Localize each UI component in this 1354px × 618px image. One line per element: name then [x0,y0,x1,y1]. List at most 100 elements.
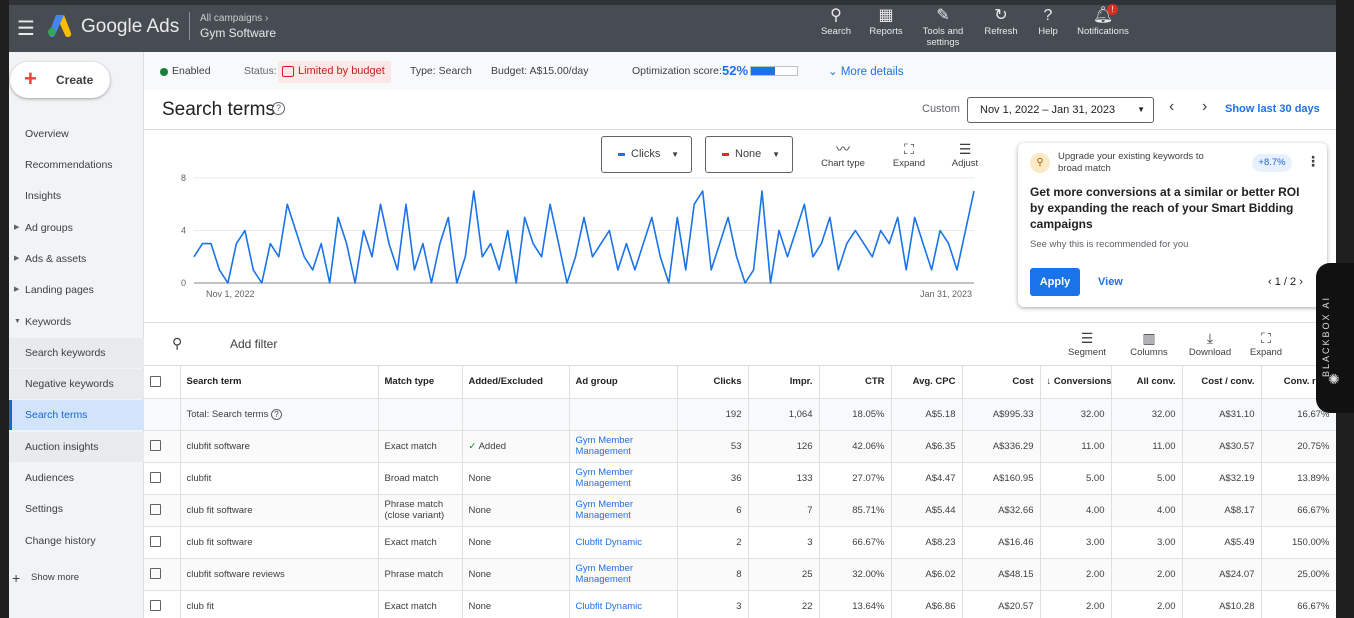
row-checkbox[interactable] [150,504,161,516]
total-row: Total: Search terms ? 192 1,064 18.05% A… [144,398,1336,431]
chart-adjust-button[interactable]: ☰ Adjust [944,140,986,169]
row-checkbox[interactable] [150,440,161,452]
cell-ad-group[interactable]: Gym Member Management [569,430,678,463]
sidebar-item-change-history[interactable]: Change history [9,526,144,556]
chevron-down-icon: ⌄ [828,66,838,78]
why-recommended-link[interactable]: See why this is recommended for you [1030,239,1188,250]
cell-ad-group[interactable]: Gym Member Management [569,462,678,495]
date-range-picker[interactable]: Nov 1, 2022 – Jan 31, 2023 ▼ [967,97,1154,123]
sidebar-item-overview[interactable]: Overview [9,119,144,149]
sidebar-item-insights[interactable]: Insights [9,181,144,211]
sidebar-item-keywords[interactable]: ▼ Keywords [9,307,144,337]
campaign-budget[interactable]: Budget: A$15.00/day [491,65,589,77]
column-header-added-excluded[interactable]: Added/Excluded [462,366,570,399]
cell-cost-per-conv: A$5.49 [1182,526,1262,559]
recommendation-pager[interactable]: ‹ 1 / 2 › [1268,276,1303,288]
cell-ad-group[interactable]: Gym Member Management [569,494,678,527]
cell-ad-group[interactable]: Clubfit Dynamic [569,590,678,618]
table-row[interactable]: club fit software Phrase match (close var… [144,494,1336,527]
chevron-right-icon[interactable]: › [1299,276,1303,288]
row-checkbox[interactable] [150,568,161,580]
plus-icon: + [24,66,37,91]
menu-icon[interactable]: ☰ [17,16,35,41]
column-header-cost-per-conv[interactable]: Cost / conv. [1182,366,1262,399]
column-header-all-conv[interactable]: All conv. [1111,366,1183,399]
table-row[interactable]: club fit Exact match None Clubfit Dynamic 3 2… [144,590,1336,618]
brand-name: Google Ads [81,16,180,37]
column-header-avg-cpc[interactable]: Avg. CPC [891,366,963,399]
more-options-icon[interactable]: ⋮ [1306,153,1320,170]
help-icon[interactable]: ? [270,408,282,420]
column-header-search-term[interactable]: Search term [180,366,379,399]
sidebar-item-recommendations[interactable]: Recommendations [9,150,144,180]
column-header-cost[interactable]: Cost [962,366,1041,399]
column-header-ctr[interactable]: CTR [819,366,892,399]
chevron-left-icon[interactable]: ‹ [1268,276,1272,288]
filter-icon[interactable]: ⚲ [172,335,182,352]
add-filter-button[interactable]: Add filter [230,337,277,351]
sidebar-item-settings[interactable]: Settings [9,494,144,524]
download-button[interactable]: ⤓ Download [1186,329,1234,358]
status-limited-badge[interactable]: Limited by budget [278,61,391,83]
table-row[interactable]: clubfit software Exact match ✓ Added Gym Me… [144,430,1336,463]
total-cell [569,398,678,431]
metric-1-select[interactable]: Clicks ▼ [601,136,692,173]
blackbox-ai-widget[interactable]: BLACKBOX AI ✺ [1316,263,1354,413]
cell-conv-rate: 20.75% [1261,430,1336,463]
column-header-clicks[interactable]: Clicks [677,366,749,399]
caret-right-icon: ▶ [14,286,20,293]
table-row[interactable]: clubfit software reviews Phrase match None… [144,558,1336,591]
cell-cost: A$48.15 [962,558,1041,591]
chart-expand-button[interactable]: ⛶ Expand [889,140,929,169]
metric-2-select[interactable]: None ▼ [705,136,793,173]
row-checkbox[interactable] [150,600,161,612]
column-header-ad-group[interactable]: Ad group [569,366,678,399]
sidebar-item-audiences[interactable]: Audiences [9,463,144,493]
cell-ad-group[interactable]: Clubfit Dynamic [569,526,678,559]
breadcrumb-campaign[interactable]: Gym Software [200,26,276,40]
table-row[interactable]: clubfit Broad match None Gym Member Managem… [144,462,1336,495]
column-header-impressions[interactable]: Impr. [748,366,820,399]
refresh-button[interactable]: ↻ Refresh [981,6,1021,37]
sidebar-item-search-keywords[interactable]: Search keywords [9,338,144,368]
sidebar-item-ad-groups[interactable]: ▶ Ad groups [9,213,144,243]
tools-button[interactable]: ✎ Tools and settings [917,6,969,48]
select-all-checkbox[interactable] [150,376,161,388]
show-last-30-days-link[interactable]: Show last 30 days [1225,103,1320,115]
total-cell [462,398,570,431]
create-button[interactable]: + Create [10,62,110,98]
sidebar-item-search-terms[interactable]: Search terms [9,400,144,430]
help-icon[interactable]: ? [272,102,285,115]
optimization-score-value[interactable]: 52% [722,63,748,78]
breadcrumb-all-campaigns[interactable]: All campaigns › [200,13,268,24]
cell-search-term: clubfit software [180,430,379,463]
sidebar-item-auction-insights[interactable]: Auction insights [9,432,144,462]
column-header-match-type[interactable]: Match type [378,366,463,399]
clicks-series-line [193,190,975,284]
sidebar-item-ads-assets[interactable]: ▶ Ads & assets [9,244,144,274]
table-expand-button[interactable]: ⛶ Expand [1246,329,1286,358]
row-checkbox[interactable] [150,536,161,548]
show-more-button[interactable]: + Show more [9,563,144,593]
help-button[interactable]: ? Help [1035,6,1061,37]
notifications-button[interactable]: 🔔︎ Notifications [1073,6,1133,37]
column-header-conversions[interactable]: ↓ Conversions [1040,366,1112,399]
help-icon: ? [1043,7,1053,24]
segment-button[interactable]: ☰ Segment [1064,329,1110,358]
previous-period-icon[interactable]: ‹ [1169,98,1174,116]
view-button[interactable]: View [1098,276,1123,288]
reports-button[interactable]: ▦ Reports [865,6,907,37]
more-details-link[interactable]: ⌄ More details [828,64,903,78]
chart-type-button[interactable]: 〰 Chart type [818,140,868,169]
cell-added-excluded: ✓ Added [462,430,570,463]
cell-ad-group[interactable]: Gym Member Management [569,558,678,591]
sidebar-item-landing-pages[interactable]: ▶ Landing pages [9,275,144,305]
sidebar-item-negative-keywords[interactable]: Negative keywords [9,369,144,399]
dropdown-arrow-icon: ▼ [772,150,780,159]
columns-button[interactable]: ▥ Columns [1127,329,1171,358]
apply-button[interactable]: Apply [1030,268,1080,296]
row-checkbox[interactable] [150,472,161,484]
next-period-icon[interactable]: › [1202,98,1207,116]
search-button[interactable]: ⚲ Search [818,6,854,37]
table-row[interactable]: club fit software Exact match None Clubfit … [144,526,1336,559]
